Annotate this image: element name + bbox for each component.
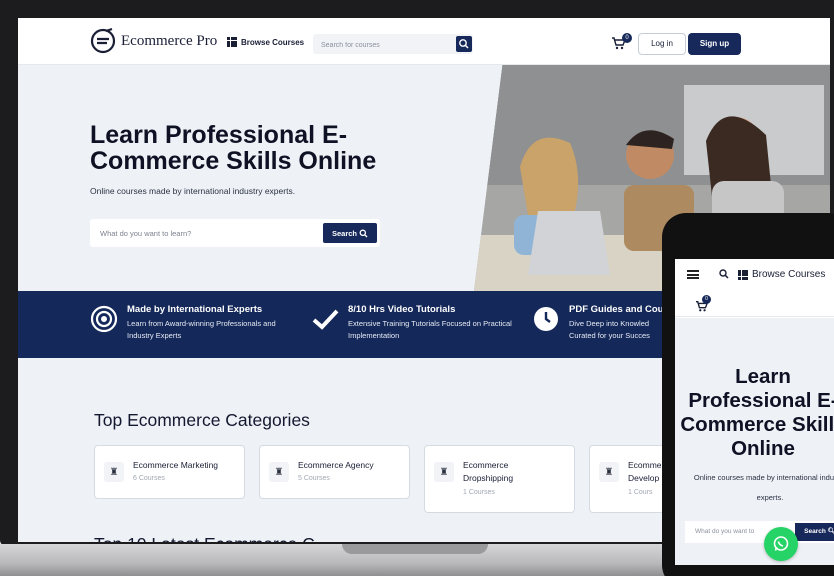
brand-logo[interactable]: Ecommerce Pro (90, 28, 217, 54)
clock-icon (534, 307, 558, 331)
feature-desc: Dive Deep into Knowled Curated for your … (569, 319, 650, 340)
browse-courses-link[interactable]: Browse Courses (227, 37, 304, 47)
feature-desc: Learn from Award-winning Professionals a… (127, 319, 276, 340)
signup-button[interactable]: Sign up (688, 33, 741, 55)
chess-icon: ♜ (434, 462, 454, 482)
feature-guides: PDF Guides and Cou Dive Deep into Knowle… (569, 304, 663, 342)
hero-search-button-label: Search (331, 228, 358, 238)
phone-browse-label: Browse Courses (752, 269, 826, 280)
feature-title: PDF Guides and Cou (569, 304, 664, 315)
category-card[interactable]: ♜ Ecommerce Agency 5 Courses (259, 445, 410, 499)
category-count: 1 Cours (628, 489, 653, 496)
phone-cart-badge: 0 (702, 295, 711, 304)
phone-search-button-label: Search (804, 528, 826, 535)
feature-title: Made by International Experts (127, 304, 263, 315)
checkmark-icon (312, 309, 339, 330)
phone-browse-courses[interactable]: Browse Courses (738, 269, 825, 280)
category-name: Ecommerce Marketing (133, 460, 219, 470)
categories-title: Top Ecommerce Categories (94, 410, 310, 430)
category-count: 6 Courses (133, 475, 165, 482)
phone-hero-title: Learn Professional E-Commerce Skills Onl… (680, 365, 834, 460)
hamburger-menu-icon[interactable] (687, 270, 699, 279)
category-card[interactable]: ♜ Ecommerce Marketing 6 Courses (94, 445, 245, 499)
top-navbar: Ecommerce Pro Browse Courses 0 Log in Si… (18, 18, 830, 65)
target-icon (90, 305, 118, 333)
search-icon (459, 39, 469, 49)
phone-hero-subtitle: Online courses made by international ind… (693, 473, 834, 502)
feature-title: 8/10 Hrs Video Tutorials (348, 304, 456, 315)
nav-search-input[interactable] (313, 35, 451, 56)
hero-search: Search (90, 219, 380, 247)
search-icon[interactable] (719, 269, 729, 279)
category-count: 5 Courses (298, 475, 330, 482)
hero-subtitle: Online courses made by international ind… (90, 186, 296, 196)
cart-count-badge: 0 (622, 33, 632, 43)
logo-icon (90, 28, 116, 54)
chess-icon: ♜ (104, 462, 124, 482)
laptop-notch (342, 544, 488, 554)
chess-icon: ♜ (269, 462, 289, 482)
chess-icon: ♜ (599, 462, 619, 482)
feature-desc: Extensive Training Tutorials Focused on … (348, 319, 512, 340)
phone-search-button[interactable]: Search 🔍︎ (795, 523, 834, 541)
nav-search-button[interactable] (456, 36, 472, 52)
phone-screen: Browse Courses 0 Learn Professional E-Co… (675, 259, 834, 565)
nav-search (313, 34, 473, 56)
hero-search-input[interactable] (90, 219, 310, 247)
grid-icon (738, 269, 748, 280)
search-icon (359, 229, 368, 237)
next-section-title: Top 10 Latest Ecommerce C (94, 534, 315, 542)
login-button[interactable]: Log in (638, 33, 686, 55)
feature-experts: Made by International Experts Learn from… (127, 304, 297, 342)
phone-search-placeholder: What do you want to (695, 528, 755, 535)
whatsapp-button[interactable] (764, 527, 798, 561)
hero-title: Learn Professional E-Commerce Skills Onl… (90, 121, 377, 175)
phone-cart[interactable]: 0 (695, 295, 711, 317)
browse-courses-label: Browse Courses (241, 37, 305, 47)
category-count: 1 Courses (463, 489, 495, 496)
phone-search[interactable]: What do you want to Search 🔍︎ (685, 521, 834, 543)
category-name: Ecommerce Agency (298, 460, 374, 470)
category-name: Ecommerce Dropshipping (463, 460, 514, 483)
grid-icon (227, 37, 237, 47)
whatsapp-icon (773, 536, 789, 551)
brand-name: Ecommerce Pro (121, 32, 218, 49)
category-card[interactable]: ♜ Ecommerce Dropshipping 1 Courses (424, 445, 575, 513)
hero-search-button[interactable]: Search (323, 223, 377, 243)
phone-navbar: Browse Courses 0 (675, 259, 834, 317)
feature-videos: 8/10 Hrs Video Tutorials Extensive Train… (348, 304, 518, 342)
